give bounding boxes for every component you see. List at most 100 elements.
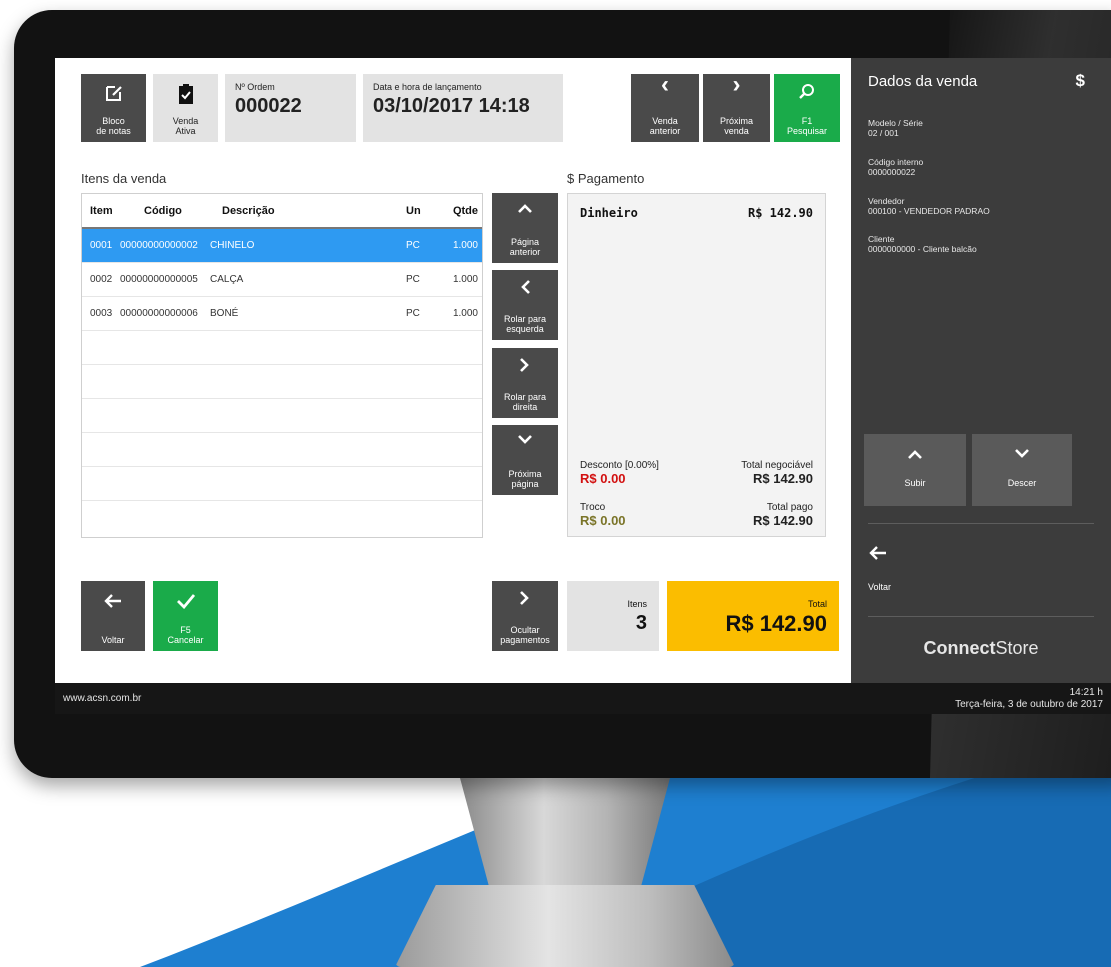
total-label: Total [807,599,827,609]
side-divider [868,523,1094,524]
search-button[interactable]: F1 Pesquisar [774,74,840,142]
launch-datetime-label: Data e hora de lançamento [373,82,482,92]
main-area: Bloco de notas Venda Ativa Nº Ordem 0000… [55,58,851,683]
chevron-left-icon [492,279,558,295]
col-header-un: Un [406,204,421,217]
table-row-empty [82,365,482,399]
cell-item: 0003 [90,308,113,319]
cancel-button[interactable]: F5 Cancelar [153,581,218,651]
next-sale-label-1: Próxima [719,116,753,126]
cancel-label-2: Cancelar [167,635,204,645]
modelo-field: Modelo / Série 02 / 001 [868,118,923,138]
scroll-down-label: Descer [1007,478,1037,488]
items-section-title: Itens da venda [81,171,167,186]
page-next-label-2: página [511,479,539,489]
active-sale-label-1: Venda [172,116,199,126]
table-row[interactable]: 0002 00000000000005 CALÇA PC 1.000 [82,263,482,297]
paid-label: Total pago [766,502,813,513]
search-label-1: F1 [801,116,813,126]
cancel-label-1: F5 [180,625,191,635]
search-label-2: Pesquisar [786,126,828,136]
cell-codigo: 00000000000005 [120,274,198,285]
back-label: Voltar [101,635,125,645]
table-row-empty [82,399,482,433]
cell-un: PC [406,274,420,285]
discount-block: Desconto [0.00%] R$ 0.00 [580,460,659,486]
side-divider [868,616,1094,617]
payment-method-row[interactable]: Dinheiro R$ 142.90 [580,206,813,220]
change-value: R$ 0.00 [580,513,626,528]
payment-panel: Dinheiro R$ 142.90 Desconto [0.00%] R$ 0… [567,193,826,537]
modelo-label: Modelo / Série [868,118,923,128]
chevron-right-icon [492,357,558,373]
cell-qtde: 1.000 [452,308,478,319]
payment-method-value: R$ 142.90 [747,206,813,220]
order-number-box: Nº Ordem 000022 [225,74,356,142]
page-previous-button[interactable]: Página anterior [492,193,558,263]
cell-codigo: 00000000000006 [120,308,198,319]
clock-date: Terça-feira, 3 de outubro de 2017 [955,699,1103,710]
table-row[interactable]: 0001 00000000000002 CHINELO PC 1.000 [82,229,482,263]
scroll-left-label-1: Rolar para [503,314,547,324]
sale-data-title: Dados da venda [868,73,978,90]
chevron-right-icon [492,590,558,606]
brand-logo: ConnectStore [851,638,1111,659]
scroll-down-button[interactable]: Descer [972,434,1072,506]
table-row[interactable]: 0003 00000000000006 BONÉ PC 1.000 [82,297,482,331]
next-sale-button[interactable]: › Próxima venda [703,73,770,142]
hide-payments-label-1: Ocultar [510,625,540,635]
previous-sale-label-1: Venda [652,116,678,126]
payment-method-name: Dinheiro [580,206,638,220]
scroll-left-label-2: esquerda [506,324,544,334]
order-number-value: 000022 [235,95,302,117]
edit-icon [81,83,146,103]
payment-section-title: $ Pagamento [567,171,645,186]
page-next-label-1: Próxima [508,469,542,479]
cell-item: 0002 [90,274,113,285]
cell-qtde: 1.000 [452,274,478,285]
previous-sale-button[interactable]: ‹ Venda anterior [631,73,699,142]
clipboard-check-icon [153,83,218,105]
negotiable-label: Total negociável [741,460,813,471]
hide-payments-button[interactable]: Ocultar pagamentos [492,581,558,651]
scroll-right-label-2: direita [512,402,538,412]
sale-data-panel: Dados da venda $ Modelo / Série 02 / 001… [851,58,1111,683]
vendedor-label: Vendedor [868,196,905,206]
col-header-qtde: Qtde [452,204,478,217]
search-icon [774,83,840,101]
modelo-value: 02 / 001 [868,128,899,138]
active-sale-label-2: Ativa [175,126,196,136]
change-label: Troco [580,502,606,513]
active-sale-button[interactable]: Venda Ativa [153,74,218,142]
hide-payments-label-2: pagamentos [500,635,550,645]
cell-codigo: 00000000000002 [120,240,198,251]
notepad-button[interactable]: Bloco de notas [81,74,146,142]
discount-label: Desconto [0.00%] [580,460,659,471]
items-table-header: Item Código Descrição Un Qtde [82,194,482,229]
cell-item: 0001 [90,240,113,251]
scroll-left-button[interactable]: Rolar para esquerda [492,270,558,340]
brand-logo-light: Store [995,638,1039,658]
items-count-label: Itens [627,599,647,609]
col-header-descricao: Descrição [222,204,275,217]
cell-descricao: BONÉ [210,308,239,319]
side-back-button[interactable]: Voltar [868,545,948,603]
scroll-right-label-1: Rolar para [503,392,547,402]
items-table[interactable]: Item Código Descrição Un Qtde 0001 00000… [81,193,483,538]
status-bar: www.acsn.com.br 14:21 h Terça-feira, 3 d… [55,683,1111,714]
next-sale-label-2: venda [724,126,749,136]
scroll-right-button[interactable]: Rolar para direita [492,348,558,418]
page-next-button[interactable]: Próxima página [492,425,558,495]
brand-logo-bold: Connect [923,638,996,658]
items-count-box: Itens 3 [567,581,659,651]
cliente-label: Cliente [868,234,895,244]
launch-datetime-box: Data e hora de lançamento 03/10/2017 14:… [363,74,563,142]
back-button[interactable]: Voltar [81,581,145,651]
chevron-down-icon [492,434,558,446]
scroll-up-button[interactable]: Subir [864,434,966,506]
monitor-stand-base [395,885,735,967]
vendedor-field: Vendedor 000100 - VENDEDOR PADRAO [868,196,990,216]
website-link[interactable]: www.acsn.com.br [63,693,141,704]
cliente-field: Cliente 0000000000 - Cliente balcão [868,234,977,254]
cell-un: PC [406,308,420,319]
